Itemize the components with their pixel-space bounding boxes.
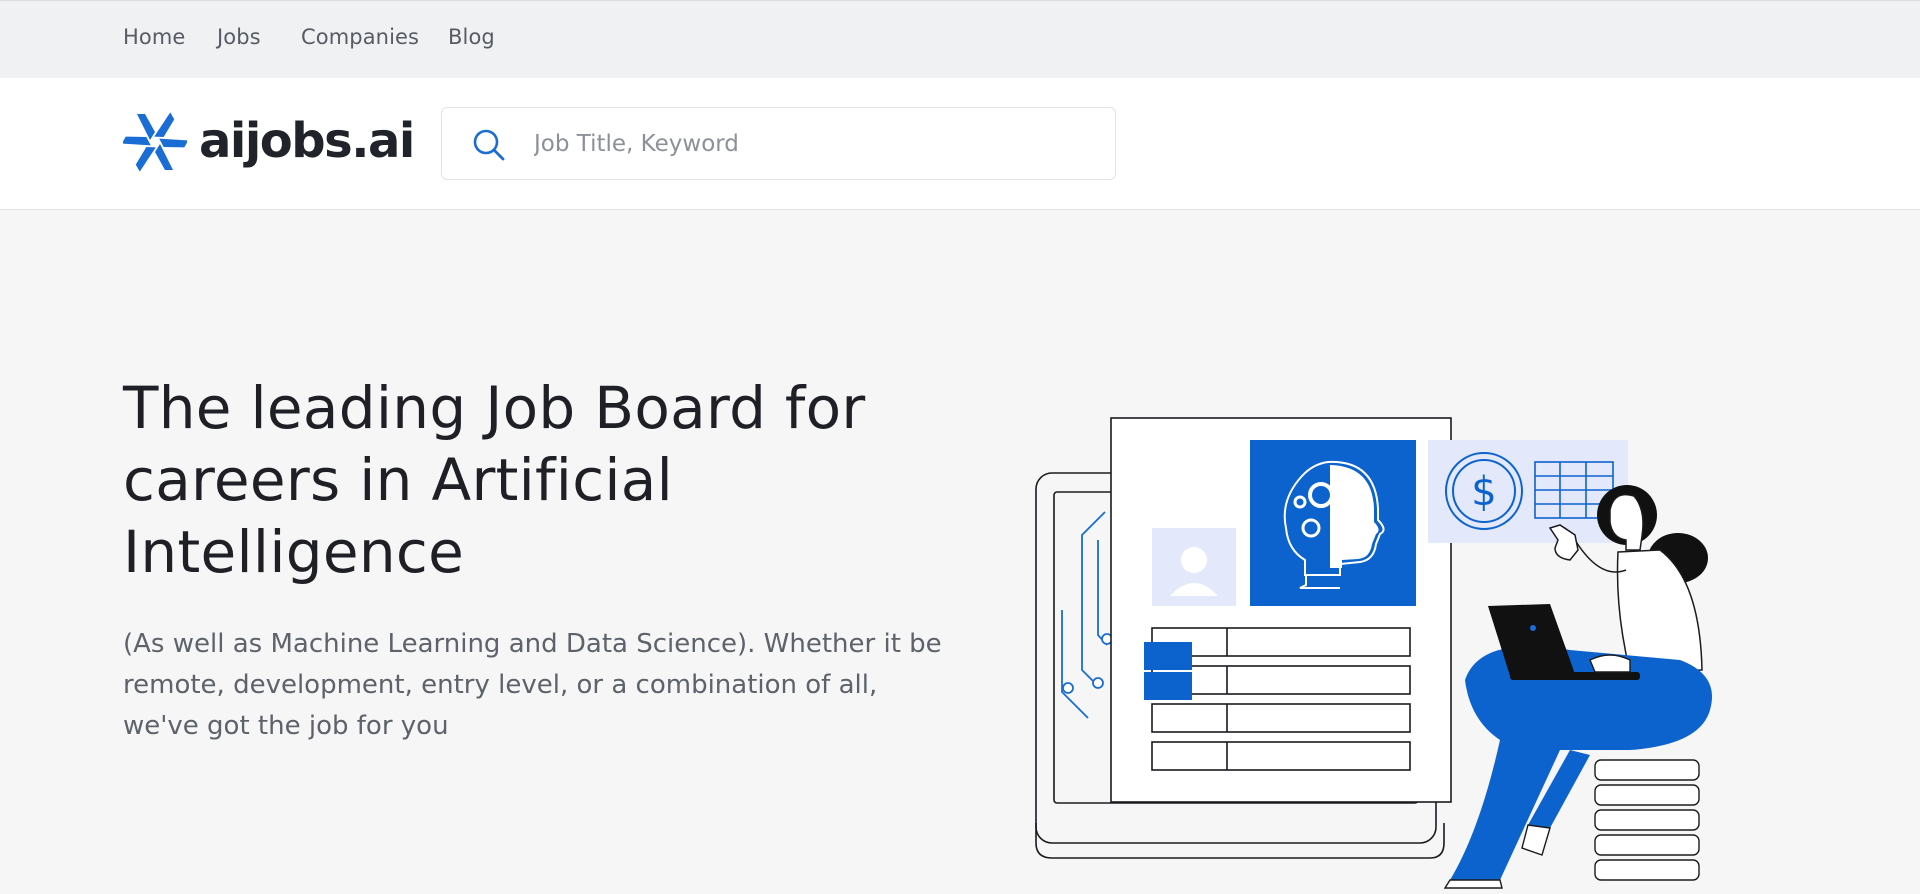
search-box bbox=[441, 107, 1116, 180]
search-input[interactable] bbox=[532, 122, 1092, 166]
nav-home-link[interactable]: Home bbox=[123, 25, 185, 49]
ai-head-icon bbox=[1250, 440, 1416, 606]
user-profile-icon bbox=[1152, 528, 1236, 606]
coin-stack-icon bbox=[1594, 759, 1700, 881]
svg-text:$: $ bbox=[1471, 469, 1496, 515]
nav-companies-link[interactable]: Companies bbox=[301, 25, 419, 49]
nav-jobs-link[interactable]: Jobs bbox=[217, 25, 261, 49]
document-icon bbox=[1110, 417, 1452, 803]
hero-illustration: $ bbox=[1030, 410, 1740, 890]
site-header: aijobs.ai bbox=[0, 78, 1920, 210]
search-icon[interactable] bbox=[472, 128, 506, 162]
hero-title: The leading Job Board for careers in Art… bbox=[123, 374, 866, 586]
pinwheel-logo-icon bbox=[121, 110, 189, 178]
top-nav: Home Jobs Companies Blog bbox=[0, 0, 1920, 78]
nav-blog-link[interactable]: Blog bbox=[448, 25, 495, 49]
logo-text: aijobs.ai bbox=[199, 113, 415, 169]
hero-subtitle: (As well as Machine Learning and Data Sc… bbox=[123, 629, 942, 741]
logo-link[interactable]: aijobs.ai bbox=[121, 110, 415, 178]
